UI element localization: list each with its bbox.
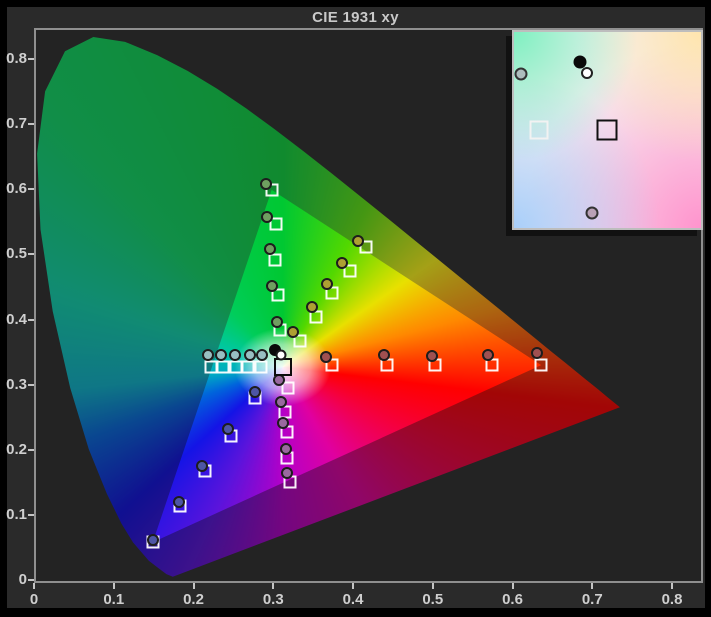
x-tick [193, 583, 195, 589]
target-square-cyan [217, 361, 230, 374]
whitepoint-inset-panel [512, 30, 703, 230]
x-tick-label: 0 [12, 591, 56, 608]
measured-circle-cyan [202, 349, 214, 361]
measured-circle-magenta [275, 396, 287, 408]
y-tick-label: 0.6 [0, 180, 27, 197]
measured-circle-green [271, 316, 283, 328]
target-square-cyan [241, 361, 254, 374]
measured-circle-red [320, 351, 332, 363]
x-tick [272, 583, 274, 589]
inset-measured-white-circle [581, 67, 593, 79]
y-tick [28, 188, 34, 190]
white-target-square [274, 358, 292, 376]
x-tick-label: 0.6 [491, 591, 535, 608]
y-tick [28, 253, 34, 255]
x-tick [671, 583, 673, 589]
x-tick [432, 583, 434, 589]
x-tick [33, 583, 35, 589]
x-tick [113, 583, 115, 589]
y-tick [28, 579, 34, 581]
measured-circle-green [264, 243, 276, 255]
measured-circle-yellow [306, 301, 318, 313]
x-tick-label: 0.3 [251, 591, 295, 608]
x-tick [512, 583, 514, 589]
measured-circle-red [426, 350, 438, 362]
target-square-red [535, 359, 548, 372]
x-tick-label: 0.5 [411, 591, 455, 608]
y-tick [28, 123, 34, 125]
inset-cyan-measured-circle [514, 68, 527, 81]
x-tick [352, 583, 354, 589]
y-tick-label: 0.1 [0, 506, 27, 523]
measured-circle-red [531, 347, 543, 359]
y-tick-label: 0.7 [0, 115, 27, 132]
measured-circle-green [266, 280, 278, 292]
x-tick-label: 0.2 [172, 591, 216, 608]
y-tick [28, 58, 34, 60]
y-tick-label: 0.2 [0, 441, 27, 458]
measured-circle-blue [196, 460, 208, 472]
measured-circle-blue [173, 496, 185, 508]
measured-circle-blue [249, 386, 261, 398]
inset-magenta-measured-circle [586, 207, 599, 220]
target-square-cyan [205, 361, 218, 374]
y-tick-label: 0 [0, 571, 27, 588]
measured-circle-cyan [229, 349, 241, 361]
measured-circle-cyan [244, 349, 256, 361]
x-tick-label: 0.7 [570, 591, 614, 608]
measured-circle-green [260, 178, 272, 190]
y-tick-label: 0.3 [0, 376, 27, 393]
y-tick [28, 514, 34, 516]
measured-circle-magenta [281, 467, 293, 479]
measured-circle-magenta [280, 443, 292, 455]
inset-white-target-square [596, 120, 617, 141]
y-tick [28, 449, 34, 451]
target-square-cyan [229, 361, 242, 374]
measured-circle-blue [147, 534, 159, 546]
measured-circle-blue [222, 423, 234, 435]
measured-circle-yellow [287, 326, 299, 338]
measured-circle-red [482, 349, 494, 361]
x-tick-label: 0.4 [331, 591, 375, 608]
y-tick [28, 319, 34, 321]
y-tick-label: 0.4 [0, 311, 27, 328]
x-tick-label: 0.1 [92, 591, 136, 608]
cie-chart-panel[interactable]: CIE 1931 xy 0 0.1 0.2 0.3 0.4 0.5 0.6 0.7 0.8 0 0.… [0, 0, 711, 617]
y-tick [28, 384, 34, 386]
inset-cyan-target-square [530, 121, 549, 140]
inset-marker-layer [514, 32, 701, 228]
target-square-cyan [255, 361, 268, 374]
white-measured-circle [276, 350, 287, 361]
measured-circle-cyan [256, 349, 268, 361]
y-tick-label: 0.5 [0, 245, 27, 262]
measured-circle-magenta [277, 417, 289, 429]
x-tick [591, 583, 593, 589]
y-tick-label: 0.8 [0, 50, 27, 67]
target-square-green [268, 254, 281, 267]
measured-circle-cyan [215, 349, 227, 361]
x-tick-label: 0.8 [650, 591, 694, 608]
measured-circle-red [378, 349, 390, 361]
measured-circle-green [261, 211, 273, 223]
measured-circle-yellow [321, 278, 333, 290]
measured-circle-yellow [336, 257, 348, 269]
chart-title: CIE 1931 xy [0, 9, 711, 26]
measured-circle-yellow [352, 235, 364, 247]
